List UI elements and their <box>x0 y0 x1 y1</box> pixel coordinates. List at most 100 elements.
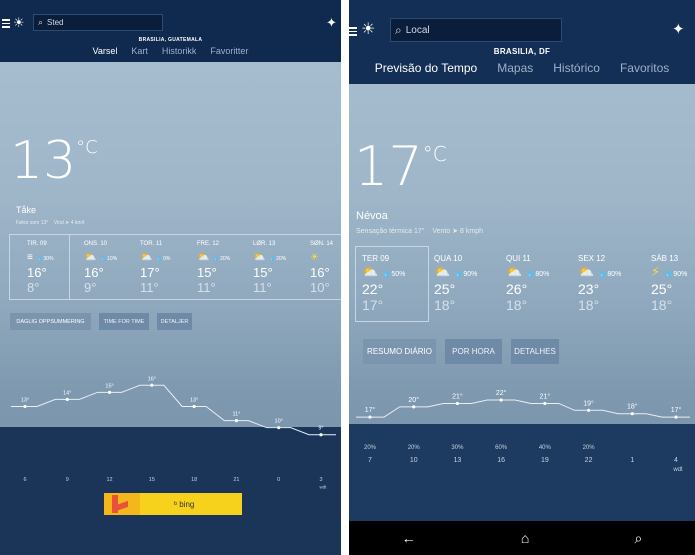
pin-icon[interactable]: ✦ <box>326 16 337 29</box>
temperature-label: 9° <box>318 426 323 432</box>
search-icon: ⌕ <box>38 17 44 27</box>
hourly-button[interactable]: POR HORA <box>445 339 502 364</box>
feels-and-wind: Sensação térmica 17° Vento ➤ 8 kmph <box>356 228 484 235</box>
temperature-label: 10° <box>275 419 283 425</box>
temperature-line <box>11 384 336 436</box>
hamburger-icon[interactable] <box>2 19 10 28</box>
details-button[interactable]: DETALJER <box>157 313 192 330</box>
hamburger-icon[interactable] <box>349 27 357 36</box>
temperature-point <box>192 404 196 409</box>
search-input[interactable]: ⌕ Sted <box>33 14 163 31</box>
sun-icon[interactable]: ☀ <box>361 22 375 38</box>
forecast-day-2[interactable]: QUI 11 ⛅ 💧80% 26° 18° <box>506 254 549 313</box>
temperature-label: 17° <box>671 406 682 414</box>
temperature-point <box>368 415 372 419</box>
top-bar: ☀ ⌕ Sted ✦ BRASILIA, GUATEMALA Varsel Ka… <box>0 0 341 62</box>
tab-favorites[interactable]: Favoritos <box>620 61 669 75</box>
temperature-label: 17° <box>365 406 376 414</box>
daily-summary-button[interactable]: DAGLIG OPPSUMMERING <box>10 313 91 330</box>
thunderstorm-icon: ⚡ <box>651 264 661 279</box>
precip-label: 20% <box>408 445 421 451</box>
location-label: BRASILIA, GUATEMALA <box>138 37 203 43</box>
temperature-point <box>412 405 416 409</box>
forecast-day-4[interactable]: SÁB 13 ⚡ 💧90% 25° 18° <box>651 254 687 313</box>
temperature-label: 11° <box>232 412 240 418</box>
tab-history[interactable]: Historikk <box>162 46 197 56</box>
right-phone: ☀ ⌕ Local ✦ BRASILIA, DF Previsão do Tem… <box>349 0 695 555</box>
temperature-point <box>277 426 281 430</box>
x-tick-label: 18 <box>191 477 197 483</box>
condition-label: Tåke <box>16 205 37 215</box>
temperature-label: 21° <box>540 392 551 400</box>
bing-logo-icon <box>104 493 140 515</box>
temperature-label: 19° <box>583 399 594 407</box>
temperature-point <box>499 398 503 402</box>
x-axis-unit: wdt <box>319 485 327 490</box>
home-icon[interactable]: ⌂ <box>521 530 529 546</box>
search-icon: ⌕ <box>395 22 402 37</box>
forecast-day-0[interactable]: TIR. 09 ≡ 💧30% 16° 8° <box>27 241 54 295</box>
temperature-label: 21° <box>452 392 463 400</box>
x-axis-unit: wdt <box>672 467 683 473</box>
temperature-label: 14° <box>63 390 71 396</box>
x-tick-label: 0 <box>277 477 280 483</box>
temperature-label: 13° <box>21 397 29 403</box>
tab-forecast[interactable]: Varsel <box>93 46 118 56</box>
temperature-point <box>107 390 112 394</box>
divider <box>341 0 349 555</box>
partly-cloudy-icon: ⛅ <box>506 264 523 279</box>
tab-favorites[interactable]: Favoritter <box>210 46 248 56</box>
partly-cloudy-icon: ⛅ <box>253 252 266 263</box>
search-icon[interactable]: ⌕ <box>635 530 643 547</box>
temperature-point <box>630 412 634 416</box>
daily-summary-button[interactable]: RESUMO DIÁRIO <box>363 339 436 364</box>
temperature-point <box>234 419 239 423</box>
back-icon[interactable]: ← <box>402 530 416 546</box>
bing-label: ᵇ bing <box>174 499 195 509</box>
tab-maps[interactable]: Kart <box>131 46 148 56</box>
temperature-point <box>319 433 323 437</box>
temperature-point <box>65 397 69 401</box>
search-input[interactable]: ⌕ Local <box>390 18 562 42</box>
x-tick-label: 19 <box>541 457 549 464</box>
forecast-day-1[interactable]: ONS. 10 ⛅ 💧10% 16° 9° <box>84 241 117 295</box>
sunny-icon: ☀ <box>310 252 319 263</box>
forecast-day-5[interactable]: SØN. 14 ☀ 16° 10° <box>310 241 333 295</box>
tab-forecast[interactable]: Previsão do Tempo <box>375 61 478 75</box>
precip-label: 30% <box>451 445 464 451</box>
forecast-day-0[interactable]: TER 09 ⛅ 💧50% 22° 17° <box>362 254 405 313</box>
current-temperature: 13°C <box>10 131 98 191</box>
hourly-temperature-chart: 13° 6 14° 9 15° 12 16° 15 13° 18 11° 21 10° 0 9° 3 wdt <box>11 376 336 490</box>
bing-ad[interactable]: ᵇ bing <box>104 493 242 515</box>
tab-history[interactable]: Histórico <box>553 61 600 75</box>
details-button[interactable]: DETALHES <box>511 339 559 364</box>
sun-icon[interactable]: ☀ <box>13 16 25 29</box>
forecast-day-1[interactable]: QUA 10 ⛅ 💧90% 25° 18° <box>434 254 477 313</box>
fog-icon: ≡ <box>27 252 33 263</box>
x-tick-label: 12 <box>107 477 113 483</box>
temperature-label: 13° <box>190 397 198 403</box>
partly-cloudy-icon: ⛅ <box>362 264 379 279</box>
x-tick-label: 15 <box>149 477 155 483</box>
forecast-day-2[interactable]: TOR. 11 ⛅ 💧0% 17° 11° <box>140 241 170 295</box>
tab-maps[interactable]: Mapas <box>497 61 533 75</box>
forecast-day-3[interactable]: FRE. 12 ⛅ 💧20% 15° 11° <box>197 241 230 295</box>
system-nav-bar: ← ⌂ ⌕ <box>349 521 695 555</box>
condition-label: Névoa <box>356 210 388 222</box>
pin-icon[interactable]: ✦ <box>672 22 685 37</box>
temperature-label: 15° <box>105 383 113 389</box>
x-tick-label: 16 <box>497 457 505 464</box>
temperature-label: 18° <box>627 403 638 411</box>
hourly-button[interactable]: TIME FOR TIME <box>99 313 149 330</box>
forecast-day-4[interactable]: LØR. 13 ⛅ 💧20% 15° 11° <box>253 241 286 295</box>
temperature-label: 16° <box>148 376 156 382</box>
precip-label: 60% <box>495 445 508 451</box>
temperature-line <box>356 399 690 418</box>
current-temperature: 17°C <box>354 135 447 198</box>
forecast-day-3[interactable]: SEX 12 ⛅ 💧80% 23° 18° <box>578 254 621 313</box>
x-tick-label: 9 <box>66 477 69 483</box>
top-bar: ☀ ⌕ Local ✦ BRASILIA, DF Previsão do Tem… <box>349 0 695 84</box>
temperature-point <box>455 401 460 406</box>
temperature-point <box>23 404 27 409</box>
partly-cloudy-icon: ⛅ <box>197 252 210 263</box>
